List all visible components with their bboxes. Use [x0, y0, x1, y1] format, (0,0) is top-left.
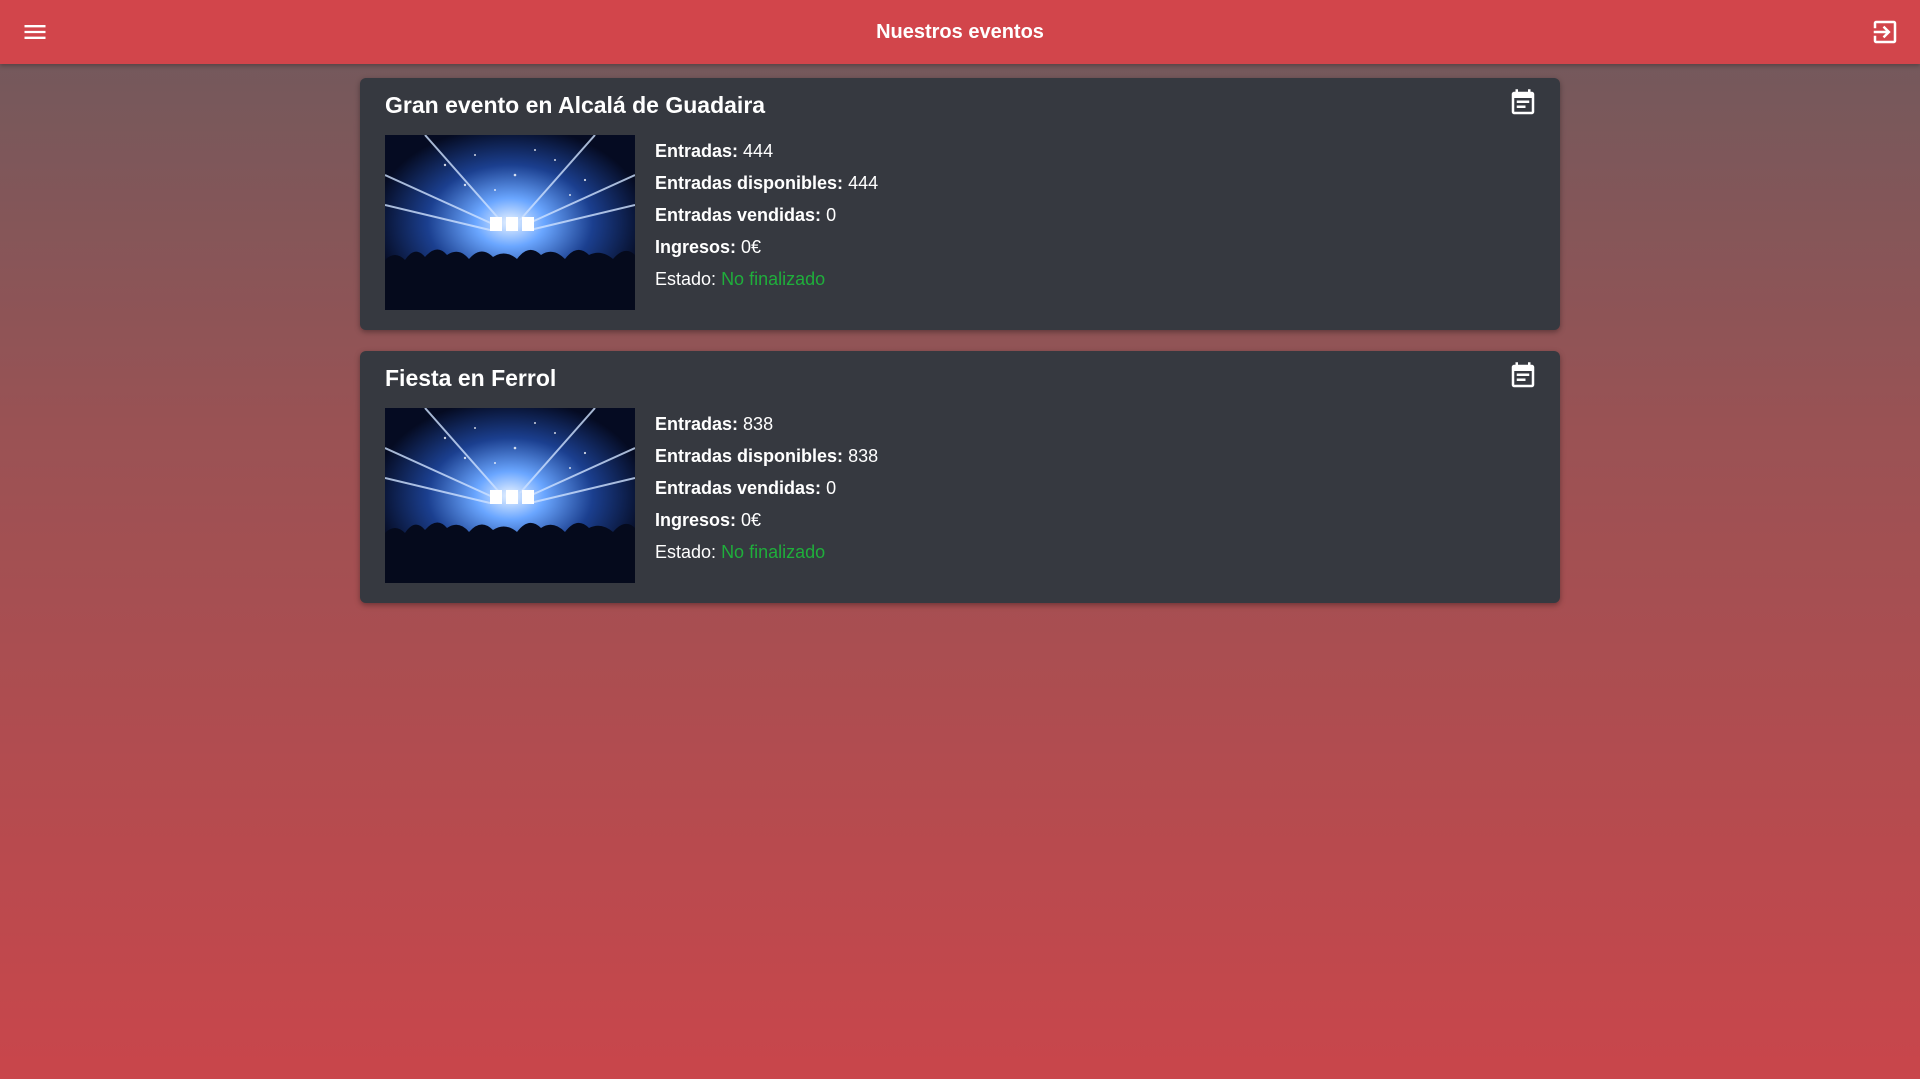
- status-row: Estado: No finalizado: [655, 269, 826, 289]
- calendar-button[interactable]: [1508, 88, 1538, 118]
- available-tickets-row: Entradas disponibles: 444: [655, 173, 879, 193]
- revenue-row: Ingresos: 0€: [655, 510, 762, 530]
- revenue-row: Ingresos: 0€: [655, 237, 762, 257]
- event-details: Entradas: 838 Entradas disponibles: 838 …: [655, 408, 878, 583]
- available-tickets-row: Entradas disponibles: 838: [655, 446, 879, 466]
- sold-tickets-row: Entradas vendidas: 0: [655, 478, 837, 498]
- menu-icon: [24, 25, 46, 39]
- event-image: [385, 135, 635, 310]
- logout-icon: [1873, 20, 1897, 44]
- menu-button[interactable]: [15, 12, 55, 52]
- calendar-button[interactable]: [1508, 361, 1538, 391]
- calendar-icon: [1511, 89, 1535, 115]
- status-row: Estado: No finalizado: [655, 542, 826, 562]
- logout-button[interactable]: [1865, 12, 1905, 52]
- event-card[interactable]: Gran evento en Alcalá de Guadaira Entrad…: [360, 78, 1560, 330]
- event-title: Gran evento en Alcalá de Guadaira: [385, 92, 766, 118]
- events-list: Gran evento en Alcalá de Guadaira Entrad…: [360, 78, 1560, 624]
- status-badge: No finalizado: [721, 542, 826, 562]
- event-card[interactable]: Fiesta en Ferrol Entradas: 838 Entradas …: [360, 351, 1560, 603]
- top-app-bar: Nuestros eventos: [0, 0, 1920, 64]
- event-image: [385, 408, 635, 583]
- tickets-row: Entradas: 838: [655, 414, 774, 434]
- tickets-row: Entradas: 444: [655, 141, 774, 161]
- page-title: Nuestros eventos: [876, 20, 1044, 43]
- event-details: Entradas: 444 Entradas disponibles: 444 …: [655, 135, 878, 310]
- sold-tickets-row: Entradas vendidas: 0: [655, 205, 837, 225]
- status-badge: No finalizado: [721, 269, 826, 289]
- event-title: Fiesta en Ferrol: [385, 365, 557, 391]
- calendar-icon: [1511, 362, 1535, 388]
